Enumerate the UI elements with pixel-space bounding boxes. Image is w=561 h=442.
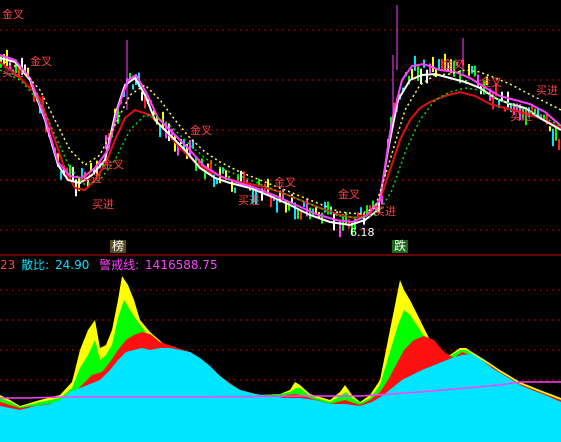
signal-label: 买进: [510, 110, 532, 123]
signal-label: 买进: [2, 66, 24, 79]
candlesticks: [0, 5, 560, 238]
sanbi-value: 24.90: [54, 258, 90, 272]
candle: [222, 167, 224, 174]
candle: [558, 138, 560, 151]
indicator-header: 23 散比: 24.90 警戒线: 1416588.75: [0, 257, 220, 273]
candle: [417, 66, 419, 81]
low-price-label: 6.18: [350, 226, 375, 239]
signal-label: 买进: [238, 194, 260, 207]
signal-label: 金叉: [274, 176, 296, 189]
header-prefix: 23: [0, 258, 16, 272]
candle: [300, 210, 302, 220]
signal-label: 金叉: [442, 58, 464, 71]
die-marker: 跌: [392, 239, 409, 253]
candle: [552, 128, 554, 147]
signal-label: 金叉: [30, 55, 52, 68]
signal-label: 金叉: [480, 76, 502, 89]
volume-areas: [0, 276, 561, 442]
candle: [549, 126, 551, 132]
candle: [411, 68, 413, 80]
candle: [555, 127, 557, 141]
bang-marker: 榜: [110, 239, 127, 253]
jingjie-value: 1416588.75: [145, 258, 218, 272]
signal-label: 金叉: [338, 188, 360, 201]
candle: [132, 84, 134, 90]
sanbi-label: 散比:: [21, 258, 50, 272]
signal-label: 买进: [80, 172, 102, 185]
candle: [414, 55, 416, 71]
signal-label: 买进: [92, 198, 114, 211]
candle: [309, 207, 311, 220]
candle: [471, 65, 473, 74]
signal-label: 买进: [374, 205, 396, 218]
signal-label: 金叉: [2, 8, 24, 21]
candle: [303, 202, 305, 208]
candle: [432, 56, 434, 73]
candle: [327, 201, 329, 215]
candle: [507, 91, 509, 108]
candle: [72, 167, 74, 182]
candle: [276, 200, 278, 213]
candle: [234, 187, 236, 194]
jingjie-label: 警戒线:: [99, 258, 140, 272]
signal-label: 买进: [536, 84, 558, 97]
candle: [141, 91, 143, 101]
candle: [60, 171, 62, 180]
signal-label: 金叉: [102, 158, 124, 171]
candle: [345, 212, 347, 225]
stock-chart[interactable]: [0, 0, 561, 442]
candle: [258, 178, 260, 186]
candle: [159, 125, 161, 138]
signal-label: 金叉: [190, 124, 212, 137]
